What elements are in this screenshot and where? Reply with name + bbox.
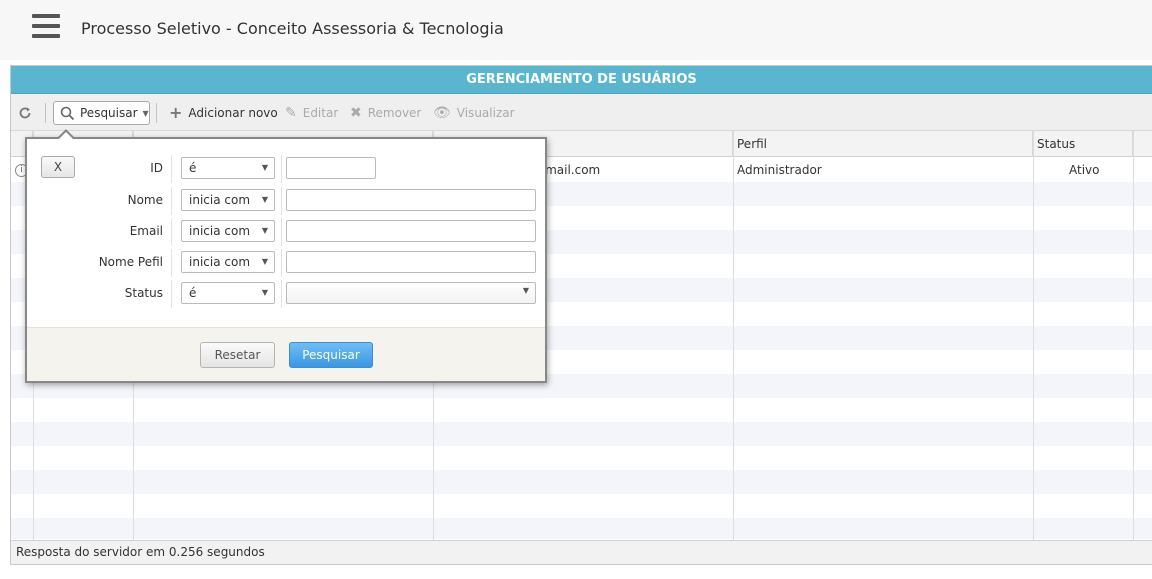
search-row-email: Email inicia com ▼	[27, 218, 545, 246]
operator-value: é	[189, 161, 197, 175]
column-divider	[733, 131, 734, 540]
grid-title: GERENCIAMENTO DE USUÁRIOS	[11, 66, 1152, 94]
field-divider	[171, 155, 172, 183]
popover-arrow-fill	[59, 132, 73, 139]
top-bar: Processo Seletivo - Conceito Assessoria …	[0, 0, 1152, 60]
search-toggle-label: Pesquisar	[80, 106, 138, 120]
search-panel-footer: Resetar Pesquisar	[27, 327, 545, 381]
refresh-button[interactable]	[18, 94, 32, 131]
table-cell-status[interactable]: Ativo	[1069, 158, 1099, 182]
field-divider	[171, 249, 172, 277]
submit-search-button[interactable]: Pesquisar	[289, 342, 373, 368]
operator-value: é	[189, 286, 197, 300]
chevron-down-icon: ▼	[261, 163, 268, 172]
operator-select[interactable]: é ▼	[181, 282, 275, 304]
field-label: Status	[124, 286, 163, 300]
operator-select[interactable]: inicia com ▼	[181, 251, 275, 273]
edit-label: Editar	[302, 105, 339, 120]
operator-select[interactable]: inicia com ▼	[181, 220, 275, 242]
toolbar-separator	[45, 103, 46, 123]
search-icon	[60, 106, 75, 120]
field-divider	[281, 218, 282, 246]
search-row-nome: Nome inicia com ▼	[27, 187, 545, 215]
view-label: Visualizar	[456, 105, 515, 120]
column-divider	[1133, 131, 1134, 540]
field-label: ID	[150, 161, 163, 175]
search-panel: X ID é ▼ Nome inicia com ▼ Email inicia co…	[25, 129, 547, 383]
chevron-down-icon: ▼	[261, 288, 268, 297]
field-divider	[281, 155, 282, 183]
edit-button[interactable]: ✎ Editar	[285, 94, 338, 131]
field-divider	[281, 280, 282, 308]
reset-button[interactable]: Resetar	[200, 342, 275, 368]
field-divider	[171, 187, 172, 215]
add-new-label: Adicionar novo	[188, 105, 278, 120]
field-divider	[171, 218, 172, 246]
toolbar-separator	[156, 103, 157, 123]
chevron-down-icon: ▼	[261, 195, 268, 204]
column-header-status[interactable]: Status	[1033, 131, 1133, 157]
column-header-perfil[interactable]: Perfil	[733, 131, 1033, 157]
id-input[interactable]	[286, 157, 376, 179]
table-cell-perfil[interactable]: Administrador	[737, 158, 822, 182]
status-footer: Resposta do servidor em 0.256 segundos	[11, 540, 1152, 564]
grid-toolbar: Pesquisar ▼ + Adicionar novo ✎ Editar ✖ …	[11, 94, 1152, 131]
chevron-down-icon: ▼	[261, 226, 268, 235]
menu-icon[interactable]	[32, 14, 60, 40]
search-toggle-button[interactable]: Pesquisar ▼	[53, 101, 150, 125]
refresh-icon	[19, 107, 31, 118]
operator-value: inicia com	[189, 193, 251, 207]
nome-input[interactable]	[286, 189, 536, 211]
search-row-nome-perfil: Nome Pefil inicia com ▼	[27, 249, 545, 277]
field-label: Email	[129, 224, 163, 238]
operator-select[interactable]: é ▼	[181, 157, 275, 179]
x-icon: ✖	[350, 104, 362, 121]
app-title: Processo Seletivo - Conceito Assessoria …	[81, 19, 504, 38]
field-divider	[171, 280, 172, 308]
add-new-button[interactable]: + Adicionar novo	[169, 94, 278, 131]
remove-label: Remover	[367, 105, 422, 120]
remove-button[interactable]: ✖ Remover	[350, 94, 421, 131]
chevron-down-icon: ▼	[142, 108, 149, 118]
chevron-down-icon: ▼	[261, 257, 268, 266]
column-divider	[1033, 131, 1034, 540]
chevron-down-icon: ▼	[522, 286, 529, 295]
operator-value: inicia com	[189, 224, 251, 238]
pencil-icon: ✎	[285, 104, 297, 121]
view-button[interactable]: 👁 Visualizar	[433, 94, 515, 131]
field-label: Nome Pefil	[98, 255, 163, 269]
field-label: Nome	[127, 193, 163, 207]
operator-value: inicia com	[189, 255, 251, 269]
eye-icon: 👁	[433, 104, 451, 121]
nome-perfil-input[interactable]	[286, 251, 536, 273]
operator-select[interactable]: inicia com ▼	[181, 189, 275, 211]
field-divider	[281, 249, 282, 277]
field-divider	[281, 187, 282, 215]
search-row-id: ID é ▼	[27, 155, 545, 183]
plus-icon: +	[169, 103, 183, 122]
status-select[interactable]: ▼	[286, 282, 536, 304]
email-input[interactable]	[286, 220, 536, 242]
search-row-status: Status é ▼ ▼	[27, 280, 545, 308]
